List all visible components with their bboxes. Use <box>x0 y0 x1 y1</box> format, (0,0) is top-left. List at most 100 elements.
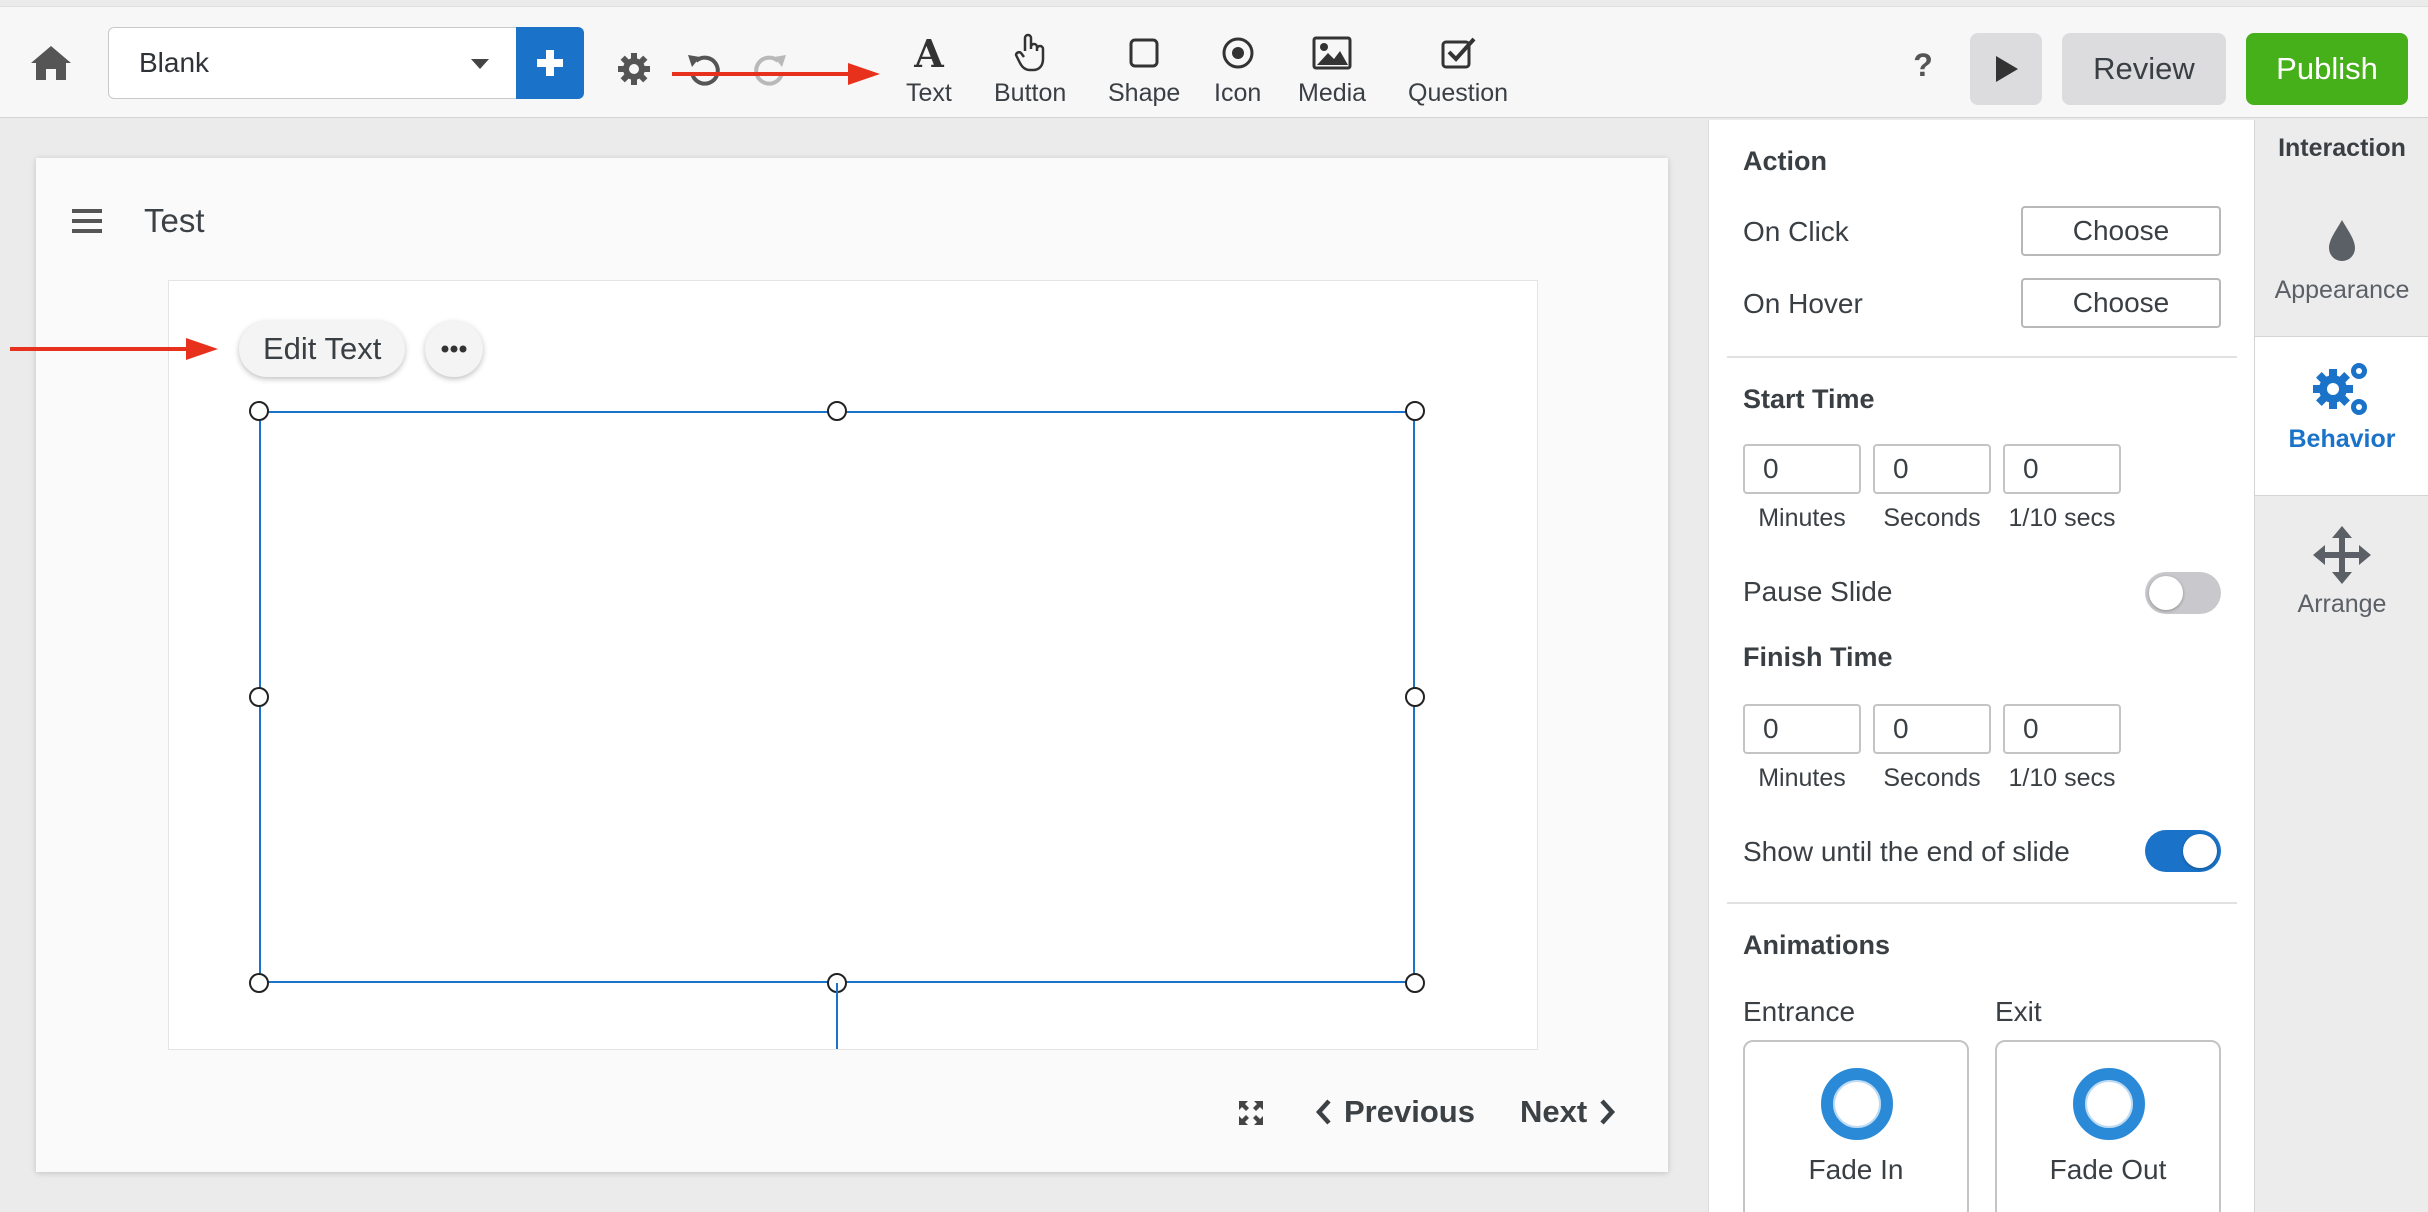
hamburger-menu-icon[interactable] <box>72 208 102 234</box>
selected-text-box[interactable] <box>259 411 1415 983</box>
insert-icon-label: Icon <box>1214 79 1262 107</box>
exit-animation-label: Fade Out <box>2049 1154 2167 1185</box>
resize-handle-top[interactable] <box>827 401 847 421</box>
settings-gear-icon[interactable] <box>616 51 652 87</box>
tab-appearance[interactable]: Appearance <box>2255 192 2428 342</box>
finish-seconds-input[interactable]: 0 <box>1873 704 1991 754</box>
add-slide-button[interactable] <box>516 27 584 99</box>
image-icon <box>1312 31 1352 75</box>
exit-label: Exit <box>1995 996 2042 1027</box>
tab-arrange[interactable]: Arrange <box>2255 512 2428 662</box>
fade-animation-icon <box>1821 1068 1893 1140</box>
show-until-end-label: Show until the end of slide <box>1743 836 2070 867</box>
droplet-icon <box>2325 206 2359 276</box>
animations-title: Animations <box>1743 930 1891 960</box>
section-divider <box>1727 902 2237 904</box>
more-options-button[interactable] <box>425 321 483 377</box>
annotation-arrow-icon <box>672 63 880 85</box>
minutes-caption: Minutes <box>1758 504 1846 532</box>
on-click-label: On Click <box>1743 216 1849 247</box>
slide-title: Test <box>144 202 205 239</box>
toggle-knob <box>2149 576 2183 610</box>
next-button[interactable]: Next <box>1520 1090 1617 1134</box>
on-hover-label: On Hover <box>1743 288 1863 319</box>
insert-media-tool[interactable]: Media <box>1298 31 1366 115</box>
start-tenths-input[interactable]: 0 <box>2003 444 2121 494</box>
insert-icon-tool[interactable]: Icon <box>1214 31 1261 115</box>
seconds-caption: Seconds <box>1883 504 1981 532</box>
review-button[interactable]: Review <box>2062 33 2226 105</box>
insert-media-label: Media <box>1298 79 1367 107</box>
entrance-animation-label: Fade In <box>1808 1154 1904 1185</box>
pause-slide-label: Pause Slide <box>1743 576 1893 607</box>
tab-arrange-label: Arrange <box>2297 590 2387 618</box>
on-click-choose-button[interactable]: Choose <box>2021 206 2221 256</box>
chevron-right-icon <box>1600 1099 1616 1125</box>
fade-animation-icon <box>2073 1068 2145 1140</box>
text-icon: A <box>914 30 944 76</box>
fullscreen-expand-icon[interactable] <box>1236 1098 1266 1128</box>
insert-question-label: Question <box>1408 79 1509 107</box>
resize-handle-top-left[interactable] <box>249 401 269 421</box>
preview-play-button[interactable] <box>1970 33 2042 105</box>
previous-label: Previous <box>1344 1094 1475 1129</box>
tenths-caption: 1/10 secs <box>2008 764 2116 792</box>
insert-button-tool[interactable]: Button <box>994 31 1066 115</box>
rotate-handle[interactable] <box>836 983 838 1049</box>
action-section-title: Action <box>1743 146 1827 176</box>
tab-appearance-label: Appearance <box>2274 276 2410 304</box>
chevron-down-icon <box>471 59 489 69</box>
finish-time-title: Finish Time <box>1743 642 1893 672</box>
gears-icon <box>2309 355 2375 425</box>
top-toolbar: Blank A Text Button Shape Icon Media Que… <box>0 6 2428 118</box>
publish-button[interactable]: Publish <box>2246 33 2408 105</box>
resize-handle-bottom-right[interactable] <box>1405 973 1425 993</box>
insert-question-tool[interactable]: Question <box>1408 31 1508 115</box>
toggle-knob <box>2183 834 2217 868</box>
property-side-tabs: Interaction Appearance Behavior Arrange <box>2254 120 2428 1212</box>
insert-shape-tool[interactable]: Shape <box>1108 31 1180 115</box>
next-label: Next <box>1520 1094 1588 1129</box>
target-icon <box>1221 31 1255 75</box>
resize-handle-right[interactable] <box>1405 687 1425 707</box>
tenths-caption: 1/10 secs <box>2008 504 2116 532</box>
move-arrows-icon <box>2311 520 2373 590</box>
square-icon <box>1128 31 1160 75</box>
interaction-header: Interaction <box>2278 134 2406 162</box>
finish-tenths-input[interactable]: 0 <box>2003 704 2121 754</box>
edit-text-button[interactable]: Edit Text <box>239 321 406 377</box>
chevron-left-icon <box>1315 1099 1331 1125</box>
show-until-end-toggle[interactable] <box>2145 830 2221 872</box>
minutes-caption: Minutes <box>1758 764 1846 792</box>
pointer-hand-icon <box>1013 31 1047 75</box>
start-time-title: Start Time <box>1743 384 1875 414</box>
entrance-animation-card[interactable]: Fade In <box>1743 1040 1969 1212</box>
play-icon <box>1996 56 2018 82</box>
insert-shape-label: Shape <box>1108 79 1181 107</box>
ellipsis-icon <box>441 345 467 353</box>
template-select[interactable]: Blank <box>108 27 518 99</box>
seconds-caption: Seconds <box>1883 764 1981 792</box>
section-divider <box>1727 356 2237 358</box>
exit-animation-card[interactable]: Fade Out <box>1995 1040 2221 1212</box>
start-minutes-input[interactable]: 0 <box>1743 444 1861 494</box>
finish-minutes-input[interactable]: 0 <box>1743 704 1861 754</box>
resize-handle-top-right[interactable] <box>1405 401 1425 421</box>
insert-text-tool[interactable]: A Text <box>906 31 952 115</box>
annotation-arrow-icon <box>10 338 218 360</box>
entrance-label: Entrance <box>1743 996 1856 1027</box>
start-seconds-input[interactable]: 0 <box>1873 444 1991 494</box>
insert-text-label: Text <box>906 79 952 107</box>
resize-handle-left[interactable] <box>249 687 269 707</box>
home-icon[interactable] <box>28 43 74 83</box>
pause-slide-toggle[interactable] <box>2145 572 2221 614</box>
previous-button[interactable]: Previous <box>1314 1090 1475 1134</box>
plus-icon <box>537 50 563 76</box>
help-button[interactable]: ? <box>1906 47 1940 87</box>
behavior-properties-panel: Action On Click Choose On Hover Choose S… <box>1708 120 2254 1212</box>
tab-behavior[interactable]: Behavior <box>2255 336 2428 496</box>
slide-canvas[interactable]: Edit Text <box>168 280 1538 1050</box>
on-hover-choose-button[interactable]: Choose <box>2021 278 2221 328</box>
resize-handle-bottom-left[interactable] <box>249 973 269 993</box>
template-select-value: Blank <box>139 47 210 78</box>
